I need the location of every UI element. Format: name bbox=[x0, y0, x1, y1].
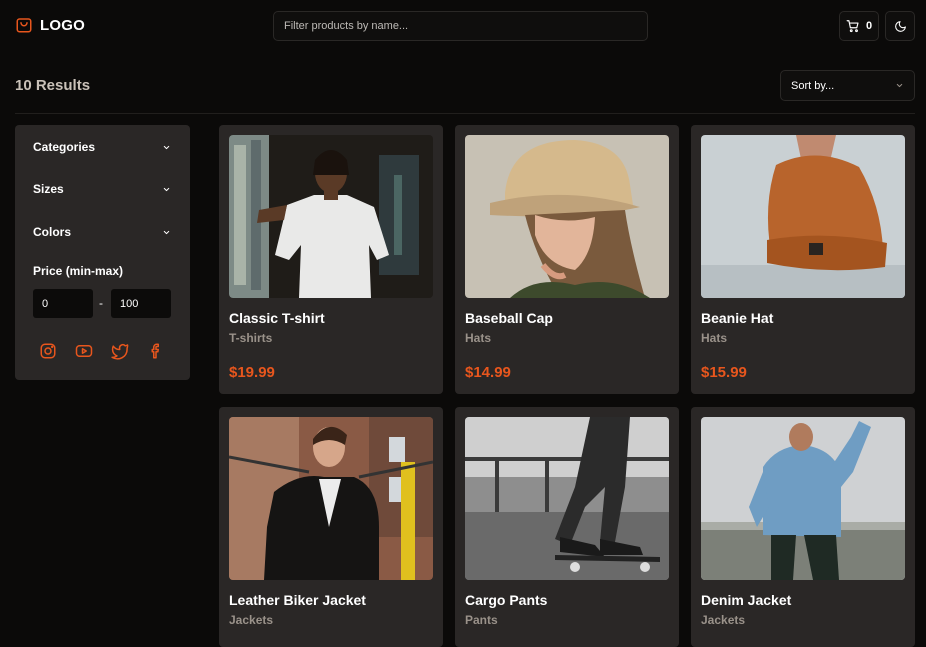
product-photo-cap bbox=[465, 135, 669, 298]
product-category: Jackets bbox=[701, 613, 746, 627]
product-photo-denim-jacket bbox=[701, 417, 905, 580]
logo-text: LOGO bbox=[40, 16, 85, 34]
chevron-down-icon bbox=[163, 145, 170, 149]
filter-colors[interactable]: Colors bbox=[33, 225, 171, 239]
facebook-icon bbox=[151, 343, 159, 359]
filter-sidebar: Categories Sizes Colors Price (min-max) … bbox=[15, 125, 190, 380]
filter-label: Categories bbox=[33, 140, 96, 154]
divider bbox=[15, 113, 915, 114]
product-card[interactable]: Beanie Hat Hats $15.99 bbox=[691, 125, 915, 394]
filter-label: Sizes bbox=[33, 182, 64, 196]
sort-label: Sort by... bbox=[791, 79, 835, 92]
chevron-down-icon bbox=[163, 230, 170, 234]
product-card[interactable]: Cargo Pants Pants bbox=[455, 407, 679, 647]
product-category: Hats bbox=[465, 331, 492, 345]
instagram-icon bbox=[40, 343, 56, 359]
search-input[interactable] bbox=[273, 11, 648, 41]
shopping-bag-icon bbox=[16, 18, 32, 33]
cart-button[interactable]: 0 bbox=[839, 11, 879, 41]
product-name: Beanie Hat bbox=[701, 310, 774, 326]
price-max-input[interactable] bbox=[111, 289, 171, 318]
product-price: $14.99 bbox=[465, 364, 511, 381]
youtube-link[interactable] bbox=[75, 342, 93, 360]
product-card[interactable]: Denim Jacket Jackets bbox=[691, 407, 915, 647]
cart-icon bbox=[846, 20, 859, 33]
instagram-link[interactable] bbox=[39, 342, 57, 360]
product-image[interactable] bbox=[229, 417, 433, 580]
filter-sizes[interactable]: Sizes bbox=[33, 182, 171, 196]
product-image[interactable] bbox=[465, 417, 669, 580]
price-separator: - bbox=[99, 296, 103, 310]
product-name: Cargo Pants bbox=[465, 592, 548, 608]
price-label: Price (min-max) bbox=[33, 264, 124, 278]
cart-count: 0 bbox=[865, 20, 873, 32]
youtube-icon bbox=[75, 345, 93, 357]
product-photo-tshirt bbox=[229, 135, 433, 298]
product-card[interactable]: Baseball Cap Hats $14.99 bbox=[455, 125, 679, 394]
product-name: Classic T-shirt bbox=[229, 310, 325, 326]
product-photo-cargo-pants bbox=[465, 417, 669, 580]
product-photo-leather-jacket bbox=[229, 417, 433, 580]
theme-toggle-button[interactable] bbox=[885, 11, 915, 41]
product-category: Hats bbox=[701, 331, 728, 345]
product-card[interactable]: Classic T-shirt T-shirts $19.99 bbox=[219, 125, 443, 394]
filter-categories[interactable]: Categories bbox=[33, 140, 171, 154]
twitter-icon bbox=[111, 343, 129, 360]
product-image[interactable] bbox=[465, 135, 669, 298]
sort-select[interactable]: Sort by... bbox=[780, 70, 915, 101]
top-bar: LOGO 0 bbox=[0, 0, 926, 52]
product-category: T-shirts bbox=[229, 331, 273, 345]
filter-label: Colors bbox=[33, 225, 72, 239]
product-card[interactable]: Leather Biker Jacket Jackets bbox=[219, 407, 443, 647]
facebook-link[interactable] bbox=[147, 342, 165, 360]
product-photo-beanie bbox=[701, 135, 905, 298]
product-price: $19.99 bbox=[229, 364, 275, 381]
product-category: Pants bbox=[465, 613, 498, 627]
chevron-down-icon bbox=[896, 83, 903, 88]
twitter-link[interactable] bbox=[111, 342, 129, 360]
moon-icon bbox=[894, 20, 906, 32]
product-image[interactable] bbox=[229, 135, 433, 298]
product-name: Denim Jacket bbox=[701, 592, 792, 608]
product-name: Baseball Cap bbox=[465, 310, 553, 326]
product-image[interactable] bbox=[701, 417, 905, 580]
price-min-input[interactable] bbox=[33, 289, 93, 318]
logo[interactable]: LOGO bbox=[15, 16, 85, 34]
results-count: 10 Results bbox=[15, 77, 91, 94]
product-category: Jackets bbox=[229, 613, 274, 627]
chevron-down-icon bbox=[163, 187, 170, 191]
product-price: $15.99 bbox=[701, 364, 747, 381]
product-name: Leather Biker Jacket bbox=[229, 592, 366, 608]
product-image[interactable] bbox=[701, 135, 905, 298]
